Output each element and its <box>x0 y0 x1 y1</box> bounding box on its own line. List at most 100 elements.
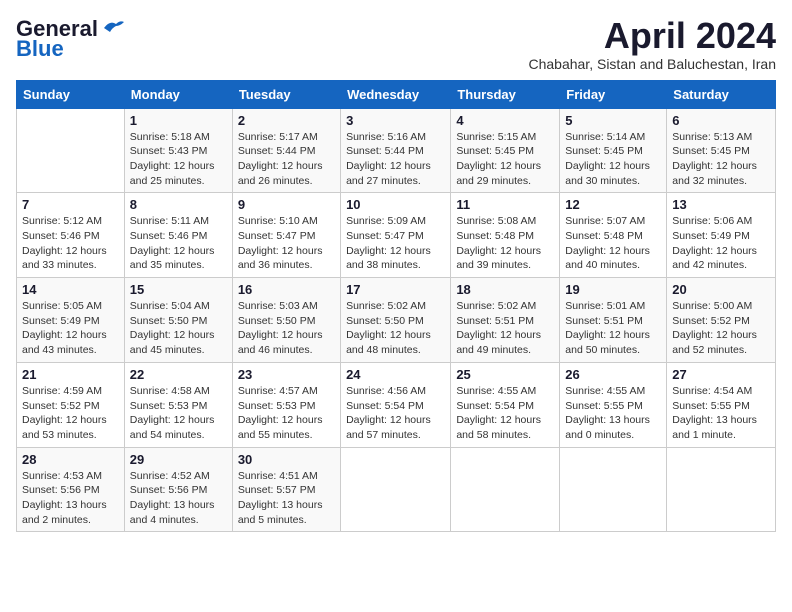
calendar-cell: 7 Sunrise: 5:12 AM Sunset: 5:46 PM Daylig… <box>17 193 125 278</box>
calendar-cell: 10Sunrise: 5:09 AM Sunset: 5:47 PM Dayli… <box>341 193 451 278</box>
header-sunday: Sunday <box>17 80 125 108</box>
calendar-cell <box>560 447 667 532</box>
day-number: 9 <box>238 197 335 212</box>
day-info: Sunrise: 5:11 AM Sunset: 5:46 PM Dayligh… <box>130 214 227 273</box>
location-subtitle: Chabahar, Sistan and Baluchestan, Iran <box>528 56 776 72</box>
day-number: 12 <box>565 197 661 212</box>
day-number: 1 <box>130 113 227 128</box>
calendar-week-row: 14 Sunrise: 5:05 AM Sunset: 5:49 PM Dayli… <box>17 278 776 363</box>
day-number: 5 <box>565 113 661 128</box>
day-info: Sunrise: 4:56 AM Sunset: 5:54 PM Dayligh… <box>346 384 445 443</box>
day-info: Sunrise: 5:17 AM Sunset: 5:44 PM Dayligh… <box>238 130 335 189</box>
day-info: Sunrise: 4:52 AM Sunset: 5:56 PM Dayligh… <box>130 469 227 528</box>
day-number: 14 <box>22 282 119 297</box>
day-info: Sunrise: 5:15 AM Sunset: 5:45 PM Dayligh… <box>456 130 554 189</box>
day-number: 10 <box>346 197 445 212</box>
calendar-cell: 2Sunrise: 5:17 AM Sunset: 5:44 PM Daylig… <box>232 108 340 193</box>
day-number: 16 <box>238 282 335 297</box>
day-number: 21 <box>22 367 119 382</box>
day-info: Sunrise: 5:05 AM Sunset: 5:49 PM Dayligh… <box>22 299 119 358</box>
calendar-week-row: 28 Sunrise: 4:53 AM Sunset: 5:56 PM Dayli… <box>17 447 776 532</box>
calendar-cell: 14 Sunrise: 5:05 AM Sunset: 5:49 PM Dayli… <box>17 278 125 363</box>
calendar-cell: 9 Sunrise: 5:10 AM Sunset: 5:47 PM Daylig… <box>232 193 340 278</box>
logo: General Blue <box>16 16 124 62</box>
day-info: Sunrise: 5:07 AM Sunset: 5:48 PM Dayligh… <box>565 214 661 273</box>
calendar-cell: 19 Sunrise: 5:01 AM Sunset: 5:51 PM Dayli… <box>560 278 667 363</box>
calendar-cell: 18Sunrise: 5:02 AM Sunset: 5:51 PM Dayli… <box>451 278 560 363</box>
day-info: Sunrise: 5:06 AM Sunset: 5:49 PM Dayligh… <box>672 214 770 273</box>
day-number: 18 <box>456 282 554 297</box>
header-friday: Friday <box>560 80 667 108</box>
day-info: Sunrise: 4:55 AM Sunset: 5:54 PM Dayligh… <box>456 384 554 443</box>
day-number: 22 <box>130 367 227 382</box>
day-info: Sunrise: 4:54 AM Sunset: 5:55 PM Dayligh… <box>672 384 770 443</box>
day-number: 13 <box>672 197 770 212</box>
day-number: 26 <box>565 367 661 382</box>
calendar-week-row: 21 Sunrise: 4:59 AM Sunset: 5:52 PM Dayli… <box>17 362 776 447</box>
day-info: Sunrise: 4:55 AM Sunset: 5:55 PM Dayligh… <box>565 384 661 443</box>
day-number: 27 <box>672 367 770 382</box>
day-info: Sunrise: 5:18 AM Sunset: 5:43 PM Dayligh… <box>130 130 227 189</box>
day-info: Sunrise: 4:51 AM Sunset: 5:57 PM Dayligh… <box>238 469 335 528</box>
calendar-cell: 26 Sunrise: 4:55 AM Sunset: 5:55 PM Dayli… <box>560 362 667 447</box>
title-block: April 2024 Chabahar, Sistan and Baluches… <box>528 16 776 72</box>
day-info: Sunrise: 5:02 AM Sunset: 5:50 PM Dayligh… <box>346 299 445 358</box>
day-number: 17 <box>346 282 445 297</box>
day-info: Sunrise: 5:12 AM Sunset: 5:46 PM Dayligh… <box>22 214 119 273</box>
day-info: Sunrise: 4:53 AM Sunset: 5:56 PM Dayligh… <box>22 469 119 528</box>
calendar-cell: 17 Sunrise: 5:02 AM Sunset: 5:50 PM Dayli… <box>341 278 451 363</box>
page-header: General Blue April 2024 Chabahar, Sistan… <box>16 16 776 72</box>
day-number: 19 <box>565 282 661 297</box>
calendar-cell: 29 Sunrise: 4:52 AM Sunset: 5:56 PM Dayli… <box>124 447 232 532</box>
day-number: 29 <box>130 452 227 467</box>
day-info: Sunrise: 5:01 AM Sunset: 5:51 PM Dayligh… <box>565 299 661 358</box>
calendar-cell: 12 Sunrise: 5:07 AM Sunset: 5:48 PM Dayli… <box>560 193 667 278</box>
calendar-week-row: 7 Sunrise: 5:12 AM Sunset: 5:46 PM Daylig… <box>17 193 776 278</box>
calendar-cell: 8 Sunrise: 5:11 AM Sunset: 5:46 PM Daylig… <box>124 193 232 278</box>
day-number: 24 <box>346 367 445 382</box>
calendar-cell: 1 Sunrise: 5:18 AM Sunset: 5:43 PM Daylig… <box>124 108 232 193</box>
calendar-cell: 4 Sunrise: 5:15 AM Sunset: 5:45 PM Daylig… <box>451 108 560 193</box>
calendar-table: SundayMondayTuesdayWednesdayThursdayFrid… <box>16 80 776 533</box>
calendar-cell <box>451 447 560 532</box>
calendar-cell: 15 Sunrise: 5:04 AM Sunset: 5:50 PM Dayli… <box>124 278 232 363</box>
day-number: 8 <box>130 197 227 212</box>
day-number: 7 <box>22 197 119 212</box>
calendar-cell <box>17 108 125 193</box>
calendar-week-row: 1 Sunrise: 5:18 AM Sunset: 5:43 PM Daylig… <box>17 108 776 193</box>
header-monday: Monday <box>124 80 232 108</box>
calendar-cell: 23 Sunrise: 4:57 AM Sunset: 5:53 PM Dayli… <box>232 362 340 447</box>
calendar-cell: 24 Sunrise: 4:56 AM Sunset: 5:54 PM Dayli… <box>341 362 451 447</box>
day-info: Sunrise: 5:14 AM Sunset: 5:45 PM Dayligh… <box>565 130 661 189</box>
calendar-cell <box>341 447 451 532</box>
day-info: Sunrise: 4:59 AM Sunset: 5:52 PM Dayligh… <box>22 384 119 443</box>
calendar-cell: 30Sunrise: 4:51 AM Sunset: 5:57 PM Dayli… <box>232 447 340 532</box>
calendar-cell: 21 Sunrise: 4:59 AM Sunset: 5:52 PM Dayli… <box>17 362 125 447</box>
day-number: 3 <box>346 113 445 128</box>
calendar-header-row: SundayMondayTuesdayWednesdayThursdayFrid… <box>17 80 776 108</box>
day-number: 6 <box>672 113 770 128</box>
calendar-cell: 6Sunrise: 5:13 AM Sunset: 5:45 PM Daylig… <box>667 108 776 193</box>
day-info: Sunrise: 5:10 AM Sunset: 5:47 PM Dayligh… <box>238 214 335 273</box>
calendar-cell <box>667 447 776 532</box>
logo-blue: Blue <box>16 36 64 62</box>
day-number: 11 <box>456 197 554 212</box>
day-number: 15 <box>130 282 227 297</box>
day-info: Sunrise: 5:00 AM Sunset: 5:52 PM Dayligh… <box>672 299 770 358</box>
calendar-cell: 28 Sunrise: 4:53 AM Sunset: 5:56 PM Dayli… <box>17 447 125 532</box>
day-info: Sunrise: 5:04 AM Sunset: 5:50 PM Dayligh… <box>130 299 227 358</box>
day-number: 28 <box>22 452 119 467</box>
day-number: 23 <box>238 367 335 382</box>
month-title: April 2024 <box>528 16 776 56</box>
day-info: Sunrise: 5:03 AM Sunset: 5:50 PM Dayligh… <box>238 299 335 358</box>
header-wednesday: Wednesday <box>341 80 451 108</box>
calendar-cell: 3Sunrise: 5:16 AM Sunset: 5:44 PM Daylig… <box>341 108 451 193</box>
day-info: Sunrise: 4:57 AM Sunset: 5:53 PM Dayligh… <box>238 384 335 443</box>
day-info: Sunrise: 4:58 AM Sunset: 5:53 PM Dayligh… <box>130 384 227 443</box>
header-saturday: Saturday <box>667 80 776 108</box>
calendar-cell: 25Sunrise: 4:55 AM Sunset: 5:54 PM Dayli… <box>451 362 560 447</box>
calendar-cell: 16 Sunrise: 5:03 AM Sunset: 5:50 PM Dayli… <box>232 278 340 363</box>
header-tuesday: Tuesday <box>232 80 340 108</box>
calendar-cell: 13 Sunrise: 5:06 AM Sunset: 5:49 PM Dayli… <box>667 193 776 278</box>
day-number: 4 <box>456 113 554 128</box>
